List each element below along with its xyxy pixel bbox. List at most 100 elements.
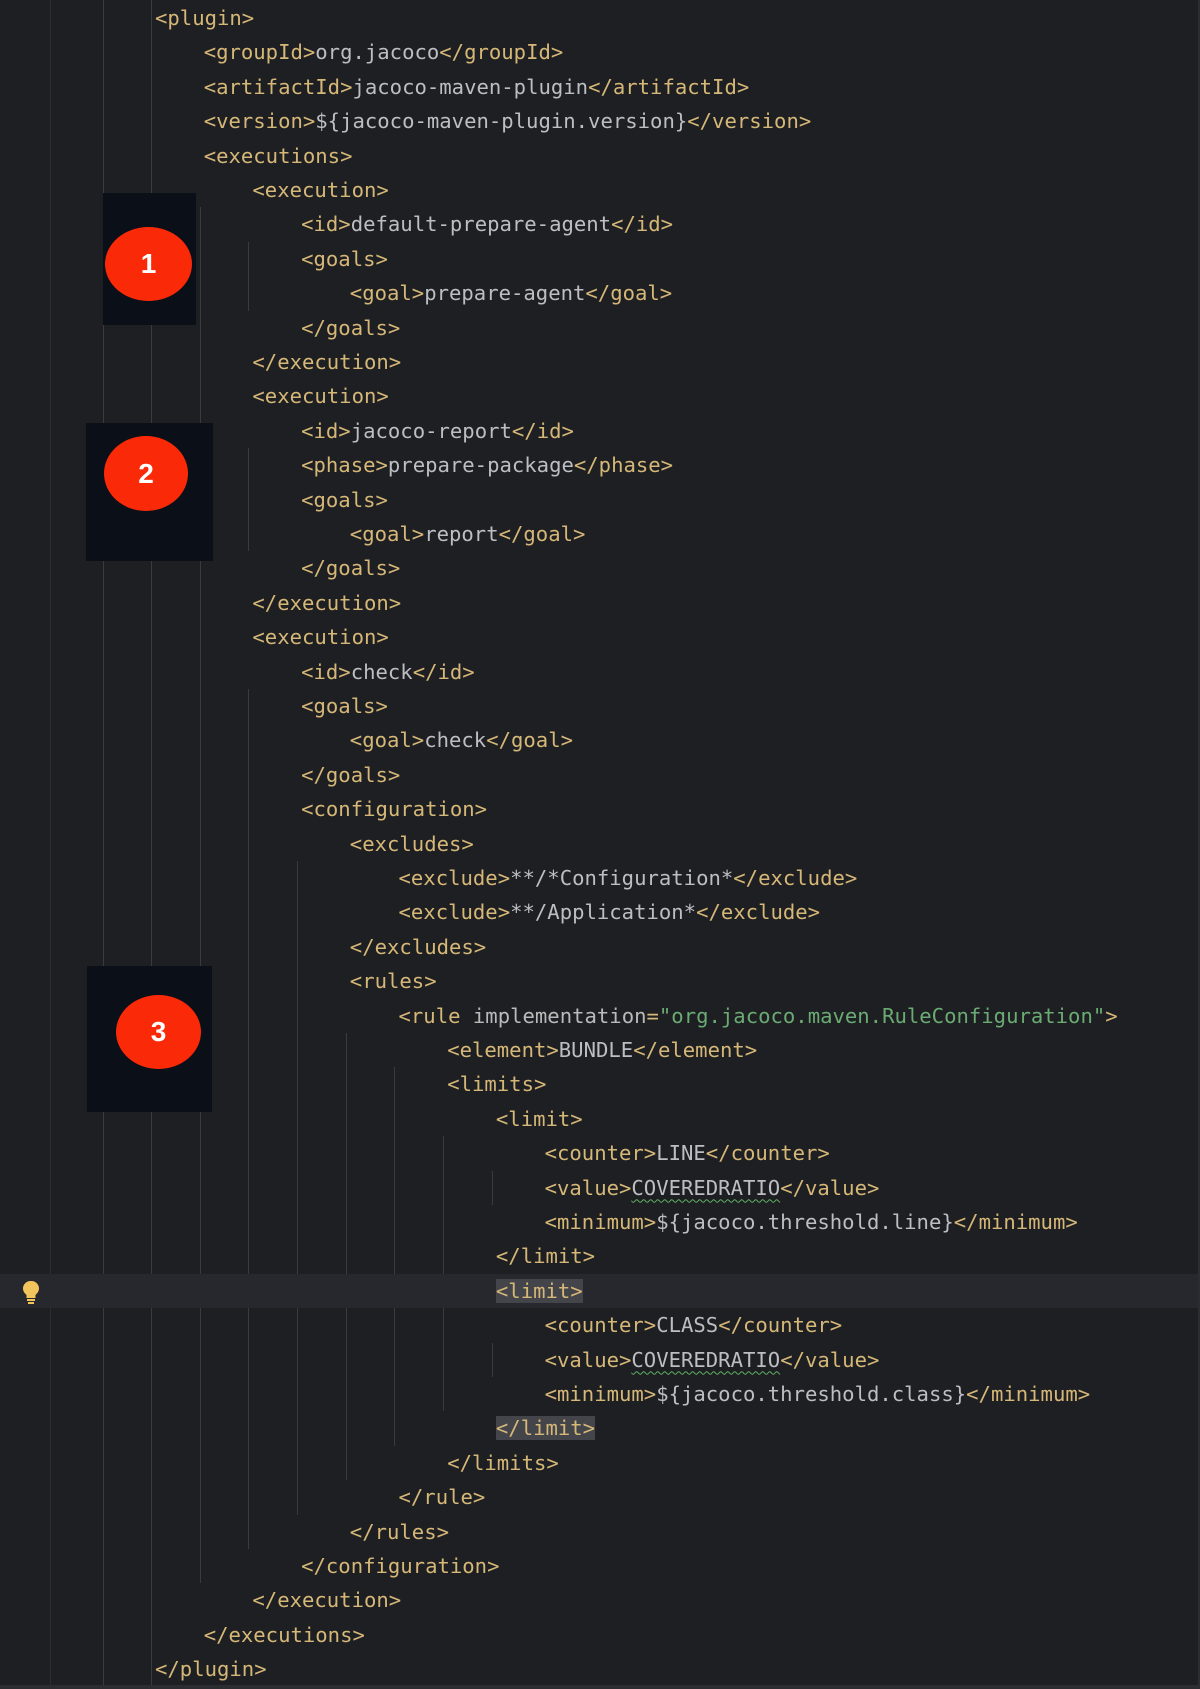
xml-tag: <execution> [252,178,389,202]
code-line[interactable]: <value>COVEREDRATIO</value> [545,1171,880,1205]
text-content: org.jacoco [315,40,440,65]
code-line[interactable]: <rule implementation="org.jacoco.maven.R… [399,999,1118,1033]
code-line[interactable]: <plugin> [155,1,254,35]
xml-tag: <execution> [252,384,389,409]
code-line[interactable]: </configuration> [301,1549,499,1583]
code-line[interactable]: <goals> [301,242,388,276]
xml-tag: <goal> [349,728,425,753]
code-line[interactable]: </rule> [399,1480,486,1514]
xml-tag: </configuration> [301,1554,500,1578]
indent-guide [248,448,249,552]
code-line[interactable]: </execution> [252,1583,401,1617]
xml-tag: </plugin> [155,1657,267,1682]
code-line[interactable]: </limit> [496,1239,595,1273]
xml-tag: <goals> [301,487,388,512]
code-line[interactable]: <id>check</id> [301,655,475,689]
xml-tag: <goal> [349,522,425,546]
xml-tag: </id> [511,418,574,443]
code-line[interactable]: </execution> [252,586,401,620]
xml-tag: <value> [544,1347,632,1372]
xml-tag: </goal> [585,281,673,306]
xml-tag: </execution> [252,350,402,374]
code-line[interactable]: <goals> [301,689,388,723]
xml-tag: </counter> [718,1313,843,1338]
xml-tag: </rules> [349,1519,449,1544]
xml-tag: <id> [301,212,351,237]
indent-guide [297,861,298,1515]
attribute-name: implementation [472,1003,647,1028]
code-line[interactable]: <artifactId>jacoco-maven-plugin</artifac… [204,70,750,104]
code-line[interactable]: <limit> [496,1102,583,1136]
text-content: check [350,659,413,684]
code-line[interactable]: <phase>prepare-package</phase> [301,448,673,482]
code-line[interactable]: <minimum>${jacoco.threshold.class}</mini… [545,1377,1091,1411]
xml-tag: <excludes> [349,831,474,856]
xml-tag: <version> [203,109,316,134]
code-line[interactable]: <version>${jacoco-maven-plugin.version}<… [204,104,812,138]
code-editor[interactable]: <plugin> <groupId>org.jacoco</groupId> <ar… [0,0,1200,1689]
code-line[interactable]: </goals> [301,551,400,585]
xml-tag: </minimum> [953,1210,1078,1234]
code-line[interactable]: <execution> [252,379,388,413]
code-line[interactable]: </plugin> [155,1652,267,1686]
code-line[interactable]: </limits> [447,1446,559,1480]
code-line[interactable]: <goal>report</goal> [350,517,586,551]
code-line[interactable]: <execution> [252,173,388,207]
code-line[interactable]: <exclude>**/*Configuration*</exclude> [399,861,858,895]
xml-tag: = [646,1003,659,1028]
code-line[interactable]: <counter>CLASS</counter> [545,1308,843,1342]
code-line[interactable]: <counter>LINE</counter> [545,1136,830,1170]
marker-2-badge: 2 [104,436,188,511]
xml-tag: </exclude> [696,900,821,925]
code-line[interactable]: </execution> [252,345,401,379]
xml-tag: <value> [544,1175,632,1200]
indent-guide [492,1170,493,1205]
marker-2-label: 2 [138,457,154,489]
code-line[interactable]: <id>jacoco-report</id> [301,414,574,448]
xml-tag: </value> [780,1347,880,1372]
code-line[interactable]: <configuration> [301,792,487,826]
text-content: ${jacoco.threshold.class} [656,1382,967,1406]
code-line[interactable]: <goal>check</goal> [350,723,573,757]
code-line[interactable]: </excludes> [350,930,486,964]
xml-tag: </groupId> [439,40,564,65]
code-line[interactable]: </limit> [495,1411,596,1445]
code-line[interactable]: <minimum>${jacoco.threshold.line}</minim… [545,1205,1078,1239]
xml-tag: </artifactId> [588,74,750,99]
indent-guide [346,1033,347,1481]
xml-tag: <limits> [447,1072,547,1097]
code-line[interactable]: </executions> [204,1618,365,1652]
code-line[interactable]: <groupId>org.jacoco</groupId> [204,35,564,69]
code-line[interactable]: <execution> [252,620,388,654]
xml-tag: <groupId> [203,40,316,65]
code-line[interactable]: <value>COVEREDRATIO</value> [545,1343,880,1377]
code-line[interactable]: <element>BUNDLE</element> [447,1033,757,1067]
xml-tag: <exclude> [398,866,511,890]
code-line[interactable]: <limits> [447,1067,546,1101]
text-content: prepare-agent [424,281,586,306]
code-line[interactable]: </goals> [301,758,400,792]
xml-tag: <exclude> [398,900,511,925]
xml-tag: </counter> [705,1141,830,1166]
code-line[interactable]: <id>default-prepare-agent</id> [301,207,673,241]
lightbulb-icon[interactable] [20,1278,42,1308]
marker-3-label: 3 [150,1016,167,1047]
xml-tag: <limit> [495,1106,583,1131]
code-line[interactable]: <limit> [495,1274,583,1308]
text-content: **/Application* [510,900,697,925]
code-line[interactable]: </goals> [301,311,400,345]
xml-tag: <counter> [544,1313,657,1338]
code-line[interactable]: <exclude>**/Application*</exclude> [399,895,821,929]
xml-tag: <artifactId> [203,74,353,99]
code-line[interactable]: <goal>prepare-agent</goal> [350,276,672,310]
xml-tag: <rule [398,1003,473,1028]
code-line[interactable]: <executions> [204,139,353,173]
attribute-value: "org.jacoco.maven.RuleConfiguration" [658,1003,1106,1028]
code-line[interactable]: <excludes> [350,827,474,861]
code-line[interactable]: <goals> [301,483,388,517]
code-line[interactable]: </rules> [350,1515,449,1549]
text-content: ${jacoco.threshold.line} [656,1210,954,1234]
xml-tag: <id> [301,659,351,684]
text-content: BUNDLE [558,1038,634,1062]
code-line[interactable]: <rules> [350,964,437,998]
